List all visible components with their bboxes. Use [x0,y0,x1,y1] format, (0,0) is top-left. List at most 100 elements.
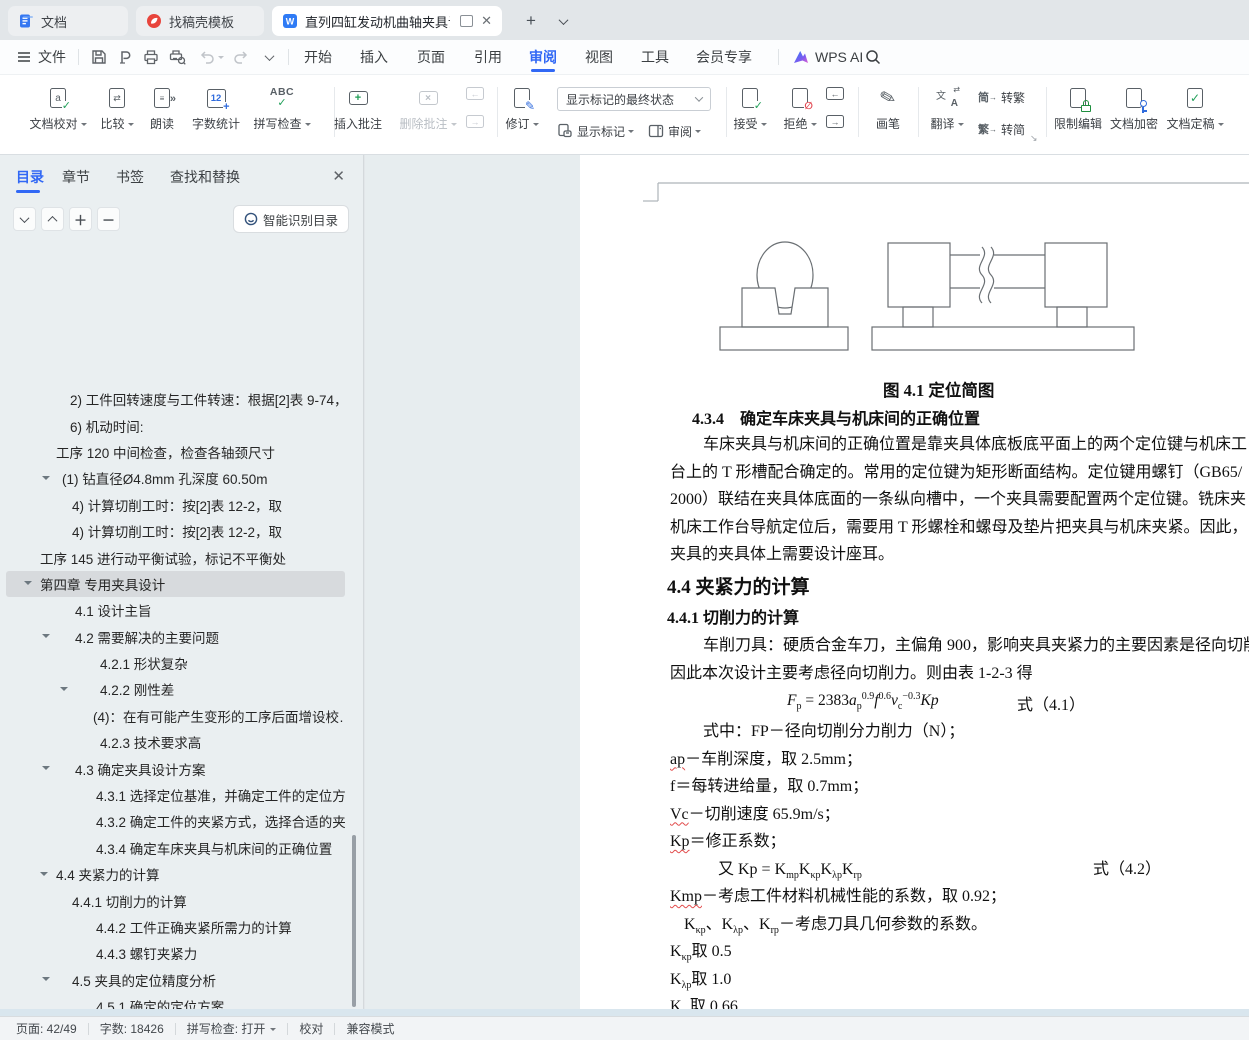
menu-item-tools[interactable]: 工具 [641,40,669,74]
redo-icon[interactable] [230,47,252,67]
sidebar-tab-chapters[interactable]: 章节 [62,161,90,193]
collapse-arrow-icon[interactable] [24,581,32,589]
collapse-arrow-icon[interactable] [42,475,50,484]
collapse-all-button[interactable] [41,207,64,231]
document-area[interactable]: 图 4.1 定位简图 4.3.4 确定车床夹具与机床间的正确位置 车床夹具与机床… [365,155,1249,1009]
sidebar-scrollbar[interactable] [352,835,356,1007]
expand-all-button[interactable] [13,207,36,231]
translate-button[interactable]: 文 A ⇄ 翻译 [915,83,979,131]
next-change-icon[interactable]: → [826,115,844,128]
toc-item[interactable]: 2) 工件回转速度与工件转速：根据[2]表 9-74，… [6,393,345,412]
toc-item[interactable]: 4.4 夹紧力的计算 [6,861,345,887]
toc-item[interactable]: 4.5 夹具的定位精度分析 [6,967,345,993]
zoom-in-toc-button[interactable]: ＋ [69,207,92,231]
collapse-arrow-icon[interactable] [42,977,50,985]
word-count-indicator[interactable]: 字数: 18426 [100,1020,164,1037]
markup-state-select[interactable]: 显示标记的最终状态 [557,87,711,111]
sidebar-tab-find-replace[interactable]: 查找和替换 [170,161,240,193]
toc-item[interactable]: 4.3 确定夹具设计方案 [6,755,345,781]
collapse-arrow-icon[interactable] [40,871,48,880]
toc-item[interactable]: 第四章 专用夹具设计 [6,570,345,598]
formula-token: 、K [743,915,771,933]
tab-close-icon[interactable]: ✕ [481,13,492,29]
show-markup-button[interactable]: 显示标记 [557,121,635,141]
tab-window-icon[interactable] [459,15,474,27]
track-changes-button[interactable]: ✎ 修订 [490,83,554,131]
undo-dropdown-icon[interactable] [214,47,224,67]
previous-comment-icon[interactable]: ← [466,87,484,100]
toc-item[interactable]: 工序 120 中间检查，检查各轴颈尺寸 [6,439,345,465]
toc-item[interactable]: 4.1 设计主旨 [6,597,345,623]
tab-docer-templates[interactable]: 找稿壳模板 [136,6,264,36]
word-count-button[interactable]: 12 + 字数统计 [184,83,248,131]
group-expand-icon[interactable]: ↘ [1030,133,1038,144]
encrypt-button[interactable]: 文档加密 [1102,83,1166,131]
toc-item[interactable]: 4.3.4 确定车床夹具与机床间的正确位置 [6,835,345,861]
collapse-arrow-icon[interactable] [60,686,68,695]
file-menu[interactable]: 文件 [16,40,66,74]
spell-check-indicator[interactable]: 拼写检查: 打开 [187,1020,266,1037]
toc-item[interactable]: 4.2.1 形状复杂 [6,650,345,676]
sidebar-tab-contents[interactable]: 目录 [16,161,44,193]
tab-current-document[interactable]: W 直列四缸发动机曲轴夹具设计 ✕ [272,6,502,36]
review-pane-button[interactable]: 审阅 [648,121,702,141]
menu-item-view[interactable]: 视图 [585,40,613,74]
toc-item[interactable]: 4.2.2 刚性差 [6,676,345,702]
next-comment-icon[interactable]: → [466,115,484,128]
toc-item[interactable]: 4.3.2 确定工件的夹紧方式，选择合适的夹… [6,808,345,834]
toc-item[interactable]: 4.4.1 切削力的计算 [6,887,345,913]
menu-item-reference[interactable]: 引用 [474,40,502,74]
toc-item[interactable]: (1) 钻直径Ø4.8mm 孔深度 60.50m [6,465,345,491]
tab-home-docs[interactable]: 文档 [8,6,128,36]
save-icon[interactable] [88,47,110,67]
document-page[interactable]: 图 4.1 定位简图 4.3.4 确定车床夹具与机床间的正确位置 车床夹具与机床… [580,155,1249,1009]
export-pdf-icon[interactable] [114,47,136,67]
toc-item[interactable]: 4) 计算切削工时：按[2]表 12-2，取 [6,518,345,544]
toc-item[interactable]: 4.4.2 工件正确夹紧所需力的计算 [6,914,345,940]
to-traditional-button[interactable]: 简 → 转繁 [978,87,1025,107]
divider [778,49,779,65]
search-icon[interactable] [862,47,884,67]
collapse-arrow-icon[interactable] [42,634,50,642]
proofread-button[interactable]: 校对 [299,1020,323,1037]
menu-item-membership[interactable]: 会员专享 [696,40,752,74]
page-indicator[interactable]: 页面: 42/49 [16,1020,77,1037]
print-preview-icon[interactable] [166,47,188,67]
previous-change-icon[interactable]: ← [826,87,844,100]
collapse-arrow-icon[interactable] [42,765,50,774]
menu-item-page[interactable]: 页面 [417,40,445,74]
tab-list-dropdown[interactable] [550,8,576,34]
wps-ai-button[interactable]: WPS AI [792,40,863,74]
compatibility-mode-indicator[interactable]: 兼容模式 [346,1020,394,1037]
pen-button[interactable]: ✎ 画笔 [856,83,920,131]
reject-button[interactable]: ∅ 拒绝 [768,83,832,131]
zoom-out-toc-button[interactable]: － [97,207,120,231]
finalize-button[interactable]: ✓ 文档定稿 [1163,83,1227,131]
spell-check-button[interactable]: ABC ✓ 拼写检查 [250,83,314,131]
delete-comment-button[interactable]: × 删除批注 [396,83,460,131]
sidebar-tab-bookmarks[interactable]: 书签 [116,161,144,193]
restrict-edit-button[interactable]: 限制编辑 [1046,83,1110,131]
print-icon[interactable] [140,47,162,67]
sidebar-close-icon[interactable]: ✕ [332,167,345,185]
insert-comment-button[interactable]: + 插入批注 [326,83,390,131]
to-simplified-button[interactable]: 繁 → 转简 [978,119,1025,139]
toc-item[interactable]: 4.5.1 确定的定位方案 [6,993,345,1009]
new-tab-button[interactable]: + [518,8,544,34]
toc-item[interactable]: 6) 机动时间: [6,412,345,438]
doc-proof-button[interactable]: a ✓ 文档校对 [26,83,90,131]
chevron-down-icon[interactable] [270,1027,277,1034]
menu-item-insert[interactable]: 插入 [360,40,388,74]
toc-item[interactable]: 4.4.3 螺钉夹紧力 [6,940,345,966]
horizontal-scrollbar[interactable] [0,1009,1249,1016]
smart-toc-button[interactable]: 智能识别目录 [232,205,349,233]
menu-item-home[interactable]: 开始 [304,40,332,74]
menu-item-review[interactable]: 审阅 [529,40,557,74]
toc-item[interactable]: 4) 计算切削工时：按[2]表 12-2，取 [6,492,345,518]
toc-item[interactable]: 4.2 需要解决的主要问题 [6,624,345,650]
toc-item[interactable]: 4.3.1 选择定位基准，并确定工件的定位方… [6,782,345,808]
toc-item[interactable]: 4.2.3 技术要求高 [6,729,345,755]
toc-item[interactable]: (4)：在有可能产生变形的工序后面增设校… [6,703,345,729]
toolbar-more-icon[interactable] [258,47,280,67]
toc-item[interactable]: 工序 145 进行动平衡试验，标记不平衡处 [6,544,345,570]
